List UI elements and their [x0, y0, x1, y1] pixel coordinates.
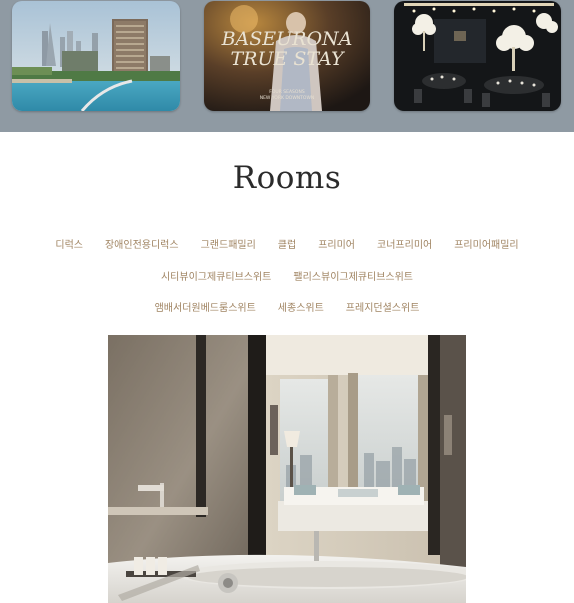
- banquet-hall-photo: [394, 1, 561, 111]
- page: BASEURONA TRUE STAY FOUR SEASONS NEW YOR…: [0, 0, 574, 603]
- room-hero-photo: [108, 335, 466, 603]
- room-link-corner-premier[interactable]: 코너프리미어: [377, 236, 432, 251]
- room-link-presidential-suite[interactable]: 프레지던셜스위트: [346, 299, 420, 314]
- banquet-hall-card[interactable]: [394, 1, 561, 111]
- room-link-accessible-deluxe[interactable]: 장애인전용디럭스: [105, 236, 179, 251]
- room-link-premier-family[interactable]: 프리미어패밀리: [454, 236, 518, 251]
- city-skyline-card[interactable]: [12, 1, 180, 111]
- room-links-row-3: 앰배서더원베드룸스위트 세종스위트 프레지던셜스위트: [0, 291, 574, 323]
- overlay-subtitle-line2: NEW YORK DOWNTOWN: [260, 95, 315, 101]
- baseurona-true-stay-card[interactable]: BASEURONA TRUE STAY FOUR SEASONS NEW YOR…: [204, 1, 370, 111]
- room-link-palace-view-executive-suite[interactable]: 팰리스뷰이그제큐티브스위트: [293, 268, 413, 283]
- room-category-nav: 디럭스 장애인전용디럭스 그랜드패밀리 클럽 프리미어 코너프리미어 프리미어패…: [0, 228, 574, 323]
- overlay-subtitle-line1: FOUR SEASONS: [269, 89, 305, 95]
- city-skyline-photo: [12, 1, 180, 111]
- room-link-deluxe[interactable]: 디럭스: [55, 236, 83, 251]
- baseurona-true-stay-photo: BASEURONA TRUE STAY FOUR SEASONS NEW YOR…: [204, 1, 370, 111]
- room-link-premier[interactable]: 프리미어: [318, 236, 355, 251]
- room-link-grand-family[interactable]: 그랜드패밀리: [201, 236, 256, 251]
- room-links-row-2: 시티뷰이그제큐티브스위트 팰리스뷰이그제큐티브스위트: [0, 260, 574, 292]
- page-title: Rooms: [232, 160, 342, 196]
- room-link-sejong-suite[interactable]: 세종스위트: [278, 299, 324, 314]
- room-link-ambassador-one-bedroom-suite[interactable]: 앰배서더원베드룸스위트: [155, 299, 256, 314]
- overlay-title-line1: BASEURONA: [221, 28, 353, 50]
- room-links-row-1: 디럭스 장애인전용디럭스 그랜드패밀리 클럽 프리미어 코너프리미어 프리미어패…: [0, 228, 574, 260]
- overlay-title-line2: TRUE STAY: [230, 48, 346, 70]
- gallery-strip: BASEURONA TRUE STAY FOUR SEASONS NEW YOR…: [0, 0, 574, 132]
- room-link-city-view-executive-suite[interactable]: 시티뷰이그제큐티브스위트: [161, 268, 271, 283]
- bathroom-bedroom-photo: [108, 335, 466, 603]
- room-link-club[interactable]: 클럽: [278, 236, 296, 251]
